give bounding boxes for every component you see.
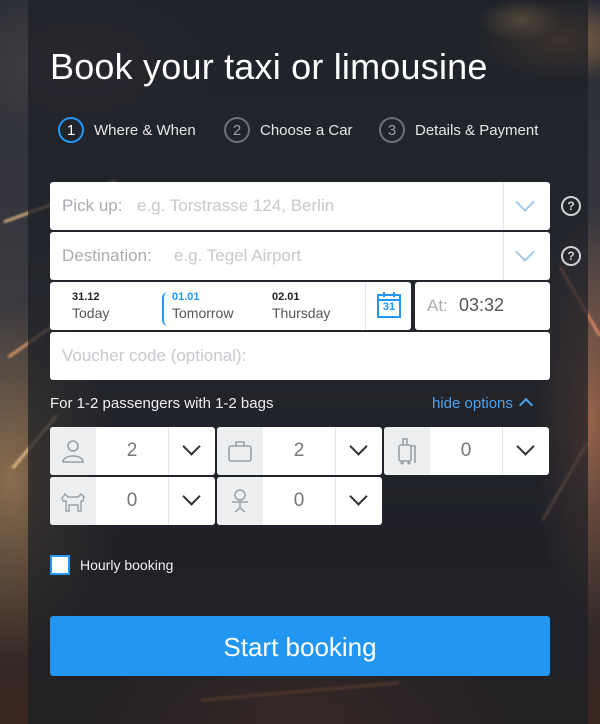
date-selector: 31.12 Today 01.01 Tomorrow 02.01 Thursda… — [50, 282, 411, 330]
luggage-value: 0 — [460, 440, 472, 461]
passengers-stepper[interactable]: 2 — [50, 427, 215, 475]
child-seat-dropdown[interactable] — [335, 477, 382, 525]
luggage-dropdown[interactable] — [502, 427, 549, 475]
trolley-icon — [384, 427, 430, 475]
date-option-today[interactable]: 31.12 Today — [72, 290, 109, 322]
hourly-booking-checkbox[interactable] — [50, 555, 70, 575]
step-label: Details & Payment — [415, 121, 539, 139]
chevron-down-icon[interactable] — [515, 242, 535, 262]
step-details-payment[interactable]: 3 Details & Payment — [379, 117, 538, 143]
date-option-thursday[interactable]: 02.01 Thursday — [272, 290, 330, 322]
chevron-down-icon — [182, 487, 201, 506]
passengers-dropdown[interactable] — [168, 427, 215, 475]
progress-steps: 1 Where & When 2 Choose a Car 3 Details … — [58, 117, 578, 147]
destination-field[interactable]: Destination: e.g. Tegel Airport — [50, 232, 550, 280]
passengers-value: 2 — [126, 440, 138, 461]
bags-value: 2 — [293, 440, 305, 461]
child-seat-stepper[interactable]: 0 — [217, 477, 382, 525]
options-summary: For 1-2 passengers with 1-2 bags — [50, 395, 274, 412]
pets-stepper[interactable]: 0 — [50, 477, 215, 525]
time-label: At: — [427, 296, 448, 315]
chevron-down-icon — [182, 437, 201, 456]
bags-dropdown[interactable] — [335, 427, 382, 475]
destination-input[interactable]: e.g. Tegel Airport — [174, 246, 301, 266]
pets-value: 0 — [126, 490, 138, 511]
bags-stepper[interactable]: 2 — [217, 427, 382, 475]
date-option-tomorrow[interactable]: 01.01 Tomorrow — [162, 290, 233, 326]
chevron-down-icon[interactable] — [515, 192, 535, 212]
calendar-day: 31 — [382, 301, 396, 313]
baby-icon — [217, 477, 263, 525]
child-seat-value: 0 — [293, 490, 305, 511]
calendar-icon[interactable]: 31 — [377, 291, 401, 319]
hide-options-link[interactable]: hide options — [432, 395, 533, 413]
step-number: 2 — [224, 117, 250, 143]
step-number: 3 — [379, 117, 405, 143]
time-value[interactable]: 03:32 — [459, 295, 504, 316]
step-label: Choose a Car — [260, 121, 353, 139]
help-icon[interactable]: ? — [561, 196, 581, 216]
destination-label: Destination: — [62, 246, 152, 265]
dog-icon — [50, 477, 96, 525]
person-icon — [50, 427, 96, 475]
luggage-stepper[interactable]: 0 — [384, 427, 549, 475]
voucher-input[interactable]: Voucher code (optional): — [62, 346, 246, 366]
bag-icon — [217, 427, 263, 475]
hourly-booking-label[interactable]: Hourly booking — [80, 557, 173, 573]
time-field[interactable]: At: 03:32 — [415, 282, 550, 330]
help-icon[interactable]: ? — [561, 246, 581, 266]
chevron-down-icon — [349, 487, 368, 506]
step-number: 1 — [58, 117, 84, 143]
chevron-down-icon — [349, 437, 368, 456]
step-choose-car[interactable]: 2 Choose a Car — [224, 117, 353, 143]
voucher-field[interactable]: Voucher code (optional): — [50, 332, 550, 380]
pickup-label: Pick up: — [62, 196, 123, 215]
step-label: Where & When — [94, 121, 196, 139]
start-booking-button[interactable]: Start booking — [50, 616, 550, 676]
pickup-input[interactable]: e.g. Torstrasse 124, Berlin — [137, 196, 334, 216]
chevron-up-icon — [518, 397, 533, 413]
step-where-when[interactable]: 1 Where & When — [58, 117, 196, 143]
pickup-field[interactable]: Pick up: e.g. Torstrasse 124, Berlin — [50, 182, 550, 230]
page-title: Book your taxi or limousine — [50, 46, 488, 87]
selected-indicator — [162, 292, 169, 326]
chevron-down-icon — [516, 437, 535, 456]
pets-dropdown[interactable] — [168, 477, 215, 525]
